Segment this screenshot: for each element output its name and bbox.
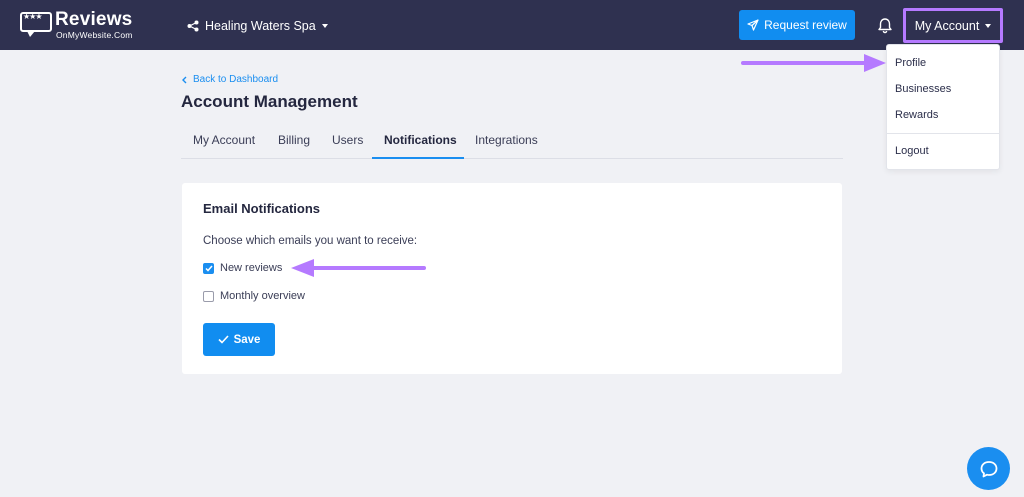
brand-logo[interactable]: ★★★ Reviews OnMyWebsite.Com — [20, 8, 135, 42]
tab-integrations[interactable]: Integrations — [475, 133, 538, 147]
monthly-overview-checkbox[interactable] — [203, 290, 214, 302]
bell-icon[interactable] — [877, 17, 893, 34]
paper-plane-icon — [747, 19, 759, 31]
tab-users[interactable]: Users — [332, 133, 363, 147]
logo-stars: ★★★ — [23, 12, 42, 21]
business-name: Healing Waters Spa — [205, 19, 316, 33]
back-label: Back to Dashboard — [193, 74, 279, 85]
card-description: Choose which emails you want to receive: — [203, 235, 418, 247]
page-title: Account Management — [181, 92, 358, 111]
menu-item-businesses[interactable]: Businesses — [895, 83, 951, 95]
chat-bubble-icon — [980, 460, 997, 477]
menu-item-logout[interactable]: Logout — [895, 145, 929, 157]
business-selector[interactable]: Healing Waters Spa — [187, 17, 328, 35]
new-reviews-checkbox[interactable] — [203, 262, 214, 274]
checkmark-icon — [204, 265, 213, 272]
menu-divider — [887, 133, 999, 134]
monthly-overview-label: Monthly overview — [220, 290, 305, 302]
annotation-arrow-profile — [741, 54, 886, 72]
menu-item-profile[interactable]: Profile — [895, 57, 926, 69]
email-notifications-card: Email Notifications Choose which emails … — [182, 183, 842, 374]
checkmark-icon — [217, 335, 229, 344]
tab-my-account[interactable]: My Account — [193, 133, 255, 147]
option-new-reviews[interactable]: New reviews — [203, 262, 282, 274]
request-review-label: Request review — [764, 18, 847, 32]
card-title: Email Notifications — [203, 201, 321, 216]
chevron-left-icon — [182, 76, 187, 83]
menu-item-rewards[interactable]: Rewards — [895, 109, 938, 121]
request-review-button[interactable]: Request review — [739, 10, 855, 40]
tab-notifications[interactable]: Notifications — [384, 133, 457, 147]
active-tab-indicator — [372, 157, 464, 159]
annotation-arrow-new-reviews — [291, 259, 426, 277]
share-icon — [187, 20, 199, 32]
account-tabs: My Account Billing Users Notifications I… — [181, 125, 843, 159]
logo-subtitle: OnMyWebsite.Com — [56, 30, 133, 40]
back-to-dashboard-link[interactable]: Back to Dashboard — [181, 74, 278, 85]
option-monthly-overview[interactable]: Monthly overview — [203, 290, 305, 302]
new-reviews-label: New reviews — [220, 262, 283, 274]
account-highlight-box: My Account — [903, 8, 1003, 43]
caret-down-icon — [321, 24, 328, 28]
caret-down-icon — [985, 23, 992, 28]
help-chat-button[interactable] — [967, 447, 1010, 490]
save-label: Save — [233, 333, 261, 346]
tab-billing[interactable]: Billing — [278, 133, 310, 147]
my-account-label: My Account — [914, 18, 980, 33]
save-button[interactable]: Save — [203, 323, 275, 356]
top-navbar: ★★★ Reviews OnMyWebsite.Com Healing Wate… — [0, 0, 1024, 50]
logo-name: Reviews — [55, 9, 133, 30]
account-dropdown-menu: Profile Businesses Rewards Logout — [886, 44, 1000, 170]
my-account-button[interactable]: My Account — [908, 13, 998, 38]
